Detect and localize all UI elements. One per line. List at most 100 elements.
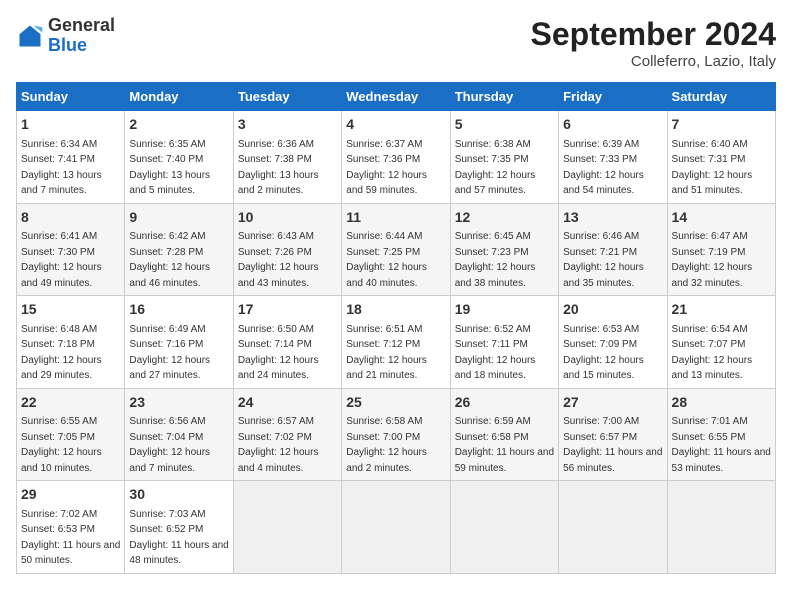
day-number: 23	[129, 393, 228, 413]
table-row: 1 Sunrise: 6:34 AMSunset: 7:41 PMDayligh…	[17, 111, 125, 204]
day-info: Sunrise: 6:54 AMSunset: 7:07 PMDaylight:…	[672, 324, 753, 382]
calendar-header: Sunday Monday Tuesday Wednesday Thursday…	[17, 83, 776, 111]
day-info: Sunrise: 6:38 AMSunset: 7:35 PMDaylight:…	[455, 139, 536, 197]
header-row: Sunday Monday Tuesday Wednesday Thursday…	[17, 83, 776, 111]
day-number: 4	[346, 115, 445, 135]
day-info: Sunrise: 7:02 AMSunset: 6:53 PMDaylight:…	[21, 509, 120, 567]
calendar-week-2: 8 Sunrise: 6:41 AMSunset: 7:30 PMDayligh…	[17, 203, 776, 296]
day-info: Sunrise: 6:34 AMSunset: 7:41 PMDaylight:…	[21, 139, 102, 197]
day-number: 14	[672, 208, 771, 228]
day-info: Sunrise: 6:39 AMSunset: 7:33 PMDaylight:…	[563, 139, 644, 197]
table-row: 27 Sunrise: 7:00 AMSunset: 6:57 PMDaylig…	[559, 388, 667, 481]
day-info: Sunrise: 6:46 AMSunset: 7:21 PMDaylight:…	[563, 231, 644, 289]
day-info: Sunrise: 6:35 AMSunset: 7:40 PMDaylight:…	[129, 139, 210, 197]
day-number: 8	[21, 208, 120, 228]
logo-text: General Blue	[48, 16, 115, 56]
calendar-week-1: 1 Sunrise: 6:34 AMSunset: 7:41 PMDayligh…	[17, 111, 776, 204]
title-block: September 2024 Colleferro, Lazio, Italy	[531, 16, 776, 70]
col-friday: Friday	[559, 83, 667, 111]
table-row: 12 Sunrise: 6:45 AMSunset: 7:23 PMDaylig…	[450, 203, 558, 296]
empty-cell	[667, 481, 775, 574]
day-info: Sunrise: 6:41 AMSunset: 7:30 PMDaylight:…	[21, 231, 102, 289]
table-row: 18 Sunrise: 6:51 AMSunset: 7:12 PMDaylig…	[342, 296, 450, 389]
table-row: 20 Sunrise: 6:53 AMSunset: 7:09 PMDaylig…	[559, 296, 667, 389]
table-row: 25 Sunrise: 6:58 AMSunset: 7:00 PMDaylig…	[342, 388, 450, 481]
calendar-week-4: 22 Sunrise: 6:55 AMSunset: 7:05 PMDaylig…	[17, 388, 776, 481]
table-row: 4 Sunrise: 6:37 AMSunset: 7:36 PMDayligh…	[342, 111, 450, 204]
day-info: Sunrise: 6:50 AMSunset: 7:14 PMDaylight:…	[238, 324, 319, 382]
day-number: 30	[129, 485, 228, 505]
day-number: 9	[129, 208, 228, 228]
col-saturday: Saturday	[667, 83, 775, 111]
table-row: 16 Sunrise: 6:49 AMSunset: 7:16 PMDaylig…	[125, 296, 233, 389]
day-number: 19	[455, 300, 554, 320]
table-row: 17 Sunrise: 6:50 AMSunset: 7:14 PMDaylig…	[233, 296, 341, 389]
table-row: 5 Sunrise: 6:38 AMSunset: 7:35 PMDayligh…	[450, 111, 558, 204]
day-info: Sunrise: 6:44 AMSunset: 7:25 PMDaylight:…	[346, 231, 427, 289]
day-number: 11	[346, 208, 445, 228]
day-number: 28	[672, 393, 771, 413]
day-info: Sunrise: 6:58 AMSunset: 7:00 PMDaylight:…	[346, 416, 427, 474]
table-row: 23 Sunrise: 6:56 AMSunset: 7:04 PMDaylig…	[125, 388, 233, 481]
day-info: Sunrise: 6:56 AMSunset: 7:04 PMDaylight:…	[129, 416, 210, 474]
day-number: 1	[21, 115, 120, 135]
calendar-week-5: 29 Sunrise: 7:02 AMSunset: 6:53 PMDaylig…	[17, 481, 776, 574]
day-info: Sunrise: 6:53 AMSunset: 7:09 PMDaylight:…	[563, 324, 644, 382]
col-monday: Monday	[125, 83, 233, 111]
day-number: 17	[238, 300, 337, 320]
calendar-table: Sunday Monday Tuesday Wednesday Thursday…	[16, 82, 776, 574]
table-row: 22 Sunrise: 6:55 AMSunset: 7:05 PMDaylig…	[17, 388, 125, 481]
table-row: 14 Sunrise: 6:47 AMSunset: 7:19 PMDaylig…	[667, 203, 775, 296]
day-info: Sunrise: 7:01 AMSunset: 6:55 PMDaylight:…	[672, 416, 771, 474]
empty-cell	[559, 481, 667, 574]
table-row: 2 Sunrise: 6:35 AMSunset: 7:40 PMDayligh…	[125, 111, 233, 204]
month-title: September 2024	[531, 16, 776, 53]
table-row: 9 Sunrise: 6:42 AMSunset: 7:28 PMDayligh…	[125, 203, 233, 296]
day-number: 21	[672, 300, 771, 320]
location-subtitle: Colleferro, Lazio, Italy	[531, 53, 776, 70]
col-sunday: Sunday	[17, 83, 125, 111]
table-row: 3 Sunrise: 6:36 AMSunset: 7:38 PMDayligh…	[233, 111, 341, 204]
empty-cell	[342, 481, 450, 574]
empty-cell	[233, 481, 341, 574]
table-row: 28 Sunrise: 7:01 AMSunset: 6:55 PMDaylig…	[667, 388, 775, 481]
day-number: 29	[21, 485, 120, 505]
day-number: 20	[563, 300, 662, 320]
table-row: 7 Sunrise: 6:40 AMSunset: 7:31 PMDayligh…	[667, 111, 775, 204]
day-number: 26	[455, 393, 554, 413]
day-info: Sunrise: 6:45 AMSunset: 7:23 PMDaylight:…	[455, 231, 536, 289]
day-number: 13	[563, 208, 662, 228]
day-number: 16	[129, 300, 228, 320]
day-info: Sunrise: 7:03 AMSunset: 6:52 PMDaylight:…	[129, 509, 228, 567]
col-wednesday: Wednesday	[342, 83, 450, 111]
day-number: 22	[21, 393, 120, 413]
day-number: 7	[672, 115, 771, 135]
table-row: 21 Sunrise: 6:54 AMSunset: 7:07 PMDaylig…	[667, 296, 775, 389]
calendar-week-3: 15 Sunrise: 6:48 AMSunset: 7:18 PMDaylig…	[17, 296, 776, 389]
table-row: 15 Sunrise: 6:48 AMSunset: 7:18 PMDaylig…	[17, 296, 125, 389]
table-row: 26 Sunrise: 6:59 AMSunset: 6:58 PMDaylig…	[450, 388, 558, 481]
logo: General Blue	[16, 16, 115, 56]
day-number: 10	[238, 208, 337, 228]
day-number: 24	[238, 393, 337, 413]
day-info: Sunrise: 6:51 AMSunset: 7:12 PMDaylight:…	[346, 324, 427, 382]
day-number: 5	[455, 115, 554, 135]
day-number: 25	[346, 393, 445, 413]
day-number: 27	[563, 393, 662, 413]
table-row: 19 Sunrise: 6:52 AMSunset: 7:11 PMDaylig…	[450, 296, 558, 389]
day-number: 15	[21, 300, 120, 320]
day-info: Sunrise: 6:59 AMSunset: 6:58 PMDaylight:…	[455, 416, 554, 474]
table-row: 24 Sunrise: 6:57 AMSunset: 7:02 PMDaylig…	[233, 388, 341, 481]
table-row: 10 Sunrise: 6:43 AMSunset: 7:26 PMDaylig…	[233, 203, 341, 296]
day-info: Sunrise: 6:48 AMSunset: 7:18 PMDaylight:…	[21, 324, 102, 382]
day-info: Sunrise: 6:40 AMSunset: 7:31 PMDaylight:…	[672, 139, 753, 197]
table-row: 13 Sunrise: 6:46 AMSunset: 7:21 PMDaylig…	[559, 203, 667, 296]
day-number: 3	[238, 115, 337, 135]
logo-general: General	[48, 15, 115, 35]
day-info: Sunrise: 6:49 AMSunset: 7:16 PMDaylight:…	[129, 324, 210, 382]
table-row: 6 Sunrise: 6:39 AMSunset: 7:33 PMDayligh…	[559, 111, 667, 204]
day-info: Sunrise: 7:00 AMSunset: 6:57 PMDaylight:…	[563, 416, 662, 474]
table-row: 8 Sunrise: 6:41 AMSunset: 7:30 PMDayligh…	[17, 203, 125, 296]
day-info: Sunrise: 6:47 AMSunset: 7:19 PMDaylight:…	[672, 231, 753, 289]
col-tuesday: Tuesday	[233, 83, 341, 111]
